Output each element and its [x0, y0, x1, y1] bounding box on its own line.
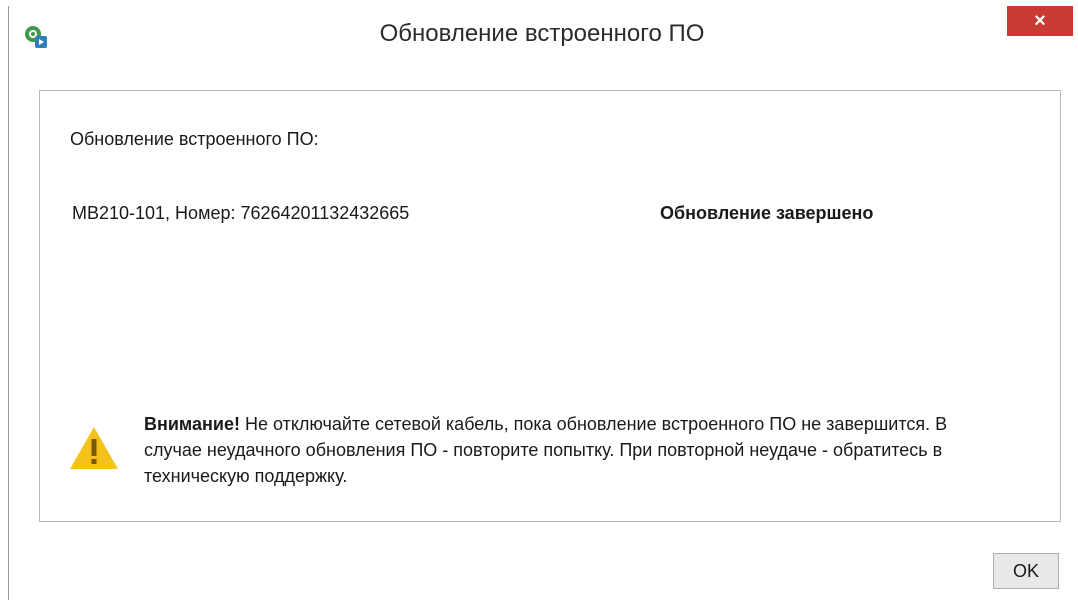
- window-title: Обновление встроенного ПО: [379, 20, 705, 47]
- content-panel: Обновление встроенного ПО: МВ210-101, Но…: [39, 90, 1061, 522]
- ok-button[interactable]: OK: [993, 553, 1059, 589]
- firmware-update-dialog: Обновление встроенного ПО × Обновление в…: [8, 6, 1075, 600]
- close-button[interactable]: ×: [1007, 6, 1073, 36]
- device-name: МВ210-101, Номер: 76264201132432665: [72, 203, 410, 223]
- warning-icon: [68, 425, 120, 471]
- warning-title: Внимание!: [144, 414, 240, 434]
- close-icon: ×: [1034, 9, 1046, 32]
- section-label: Обновление встроенного ПО:: [70, 129, 319, 149]
- update-status: Обновление завершено: [660, 203, 874, 223]
- warning-message: Внимание! Не отключайте сетевой кабель, …: [144, 411, 964, 489]
- title-bar[interactable]: Обновление встроенного ПО ×: [9, 6, 1075, 64]
- warning-body: Не отключайте сетевой кабель, пока обнов…: [144, 414, 948, 486]
